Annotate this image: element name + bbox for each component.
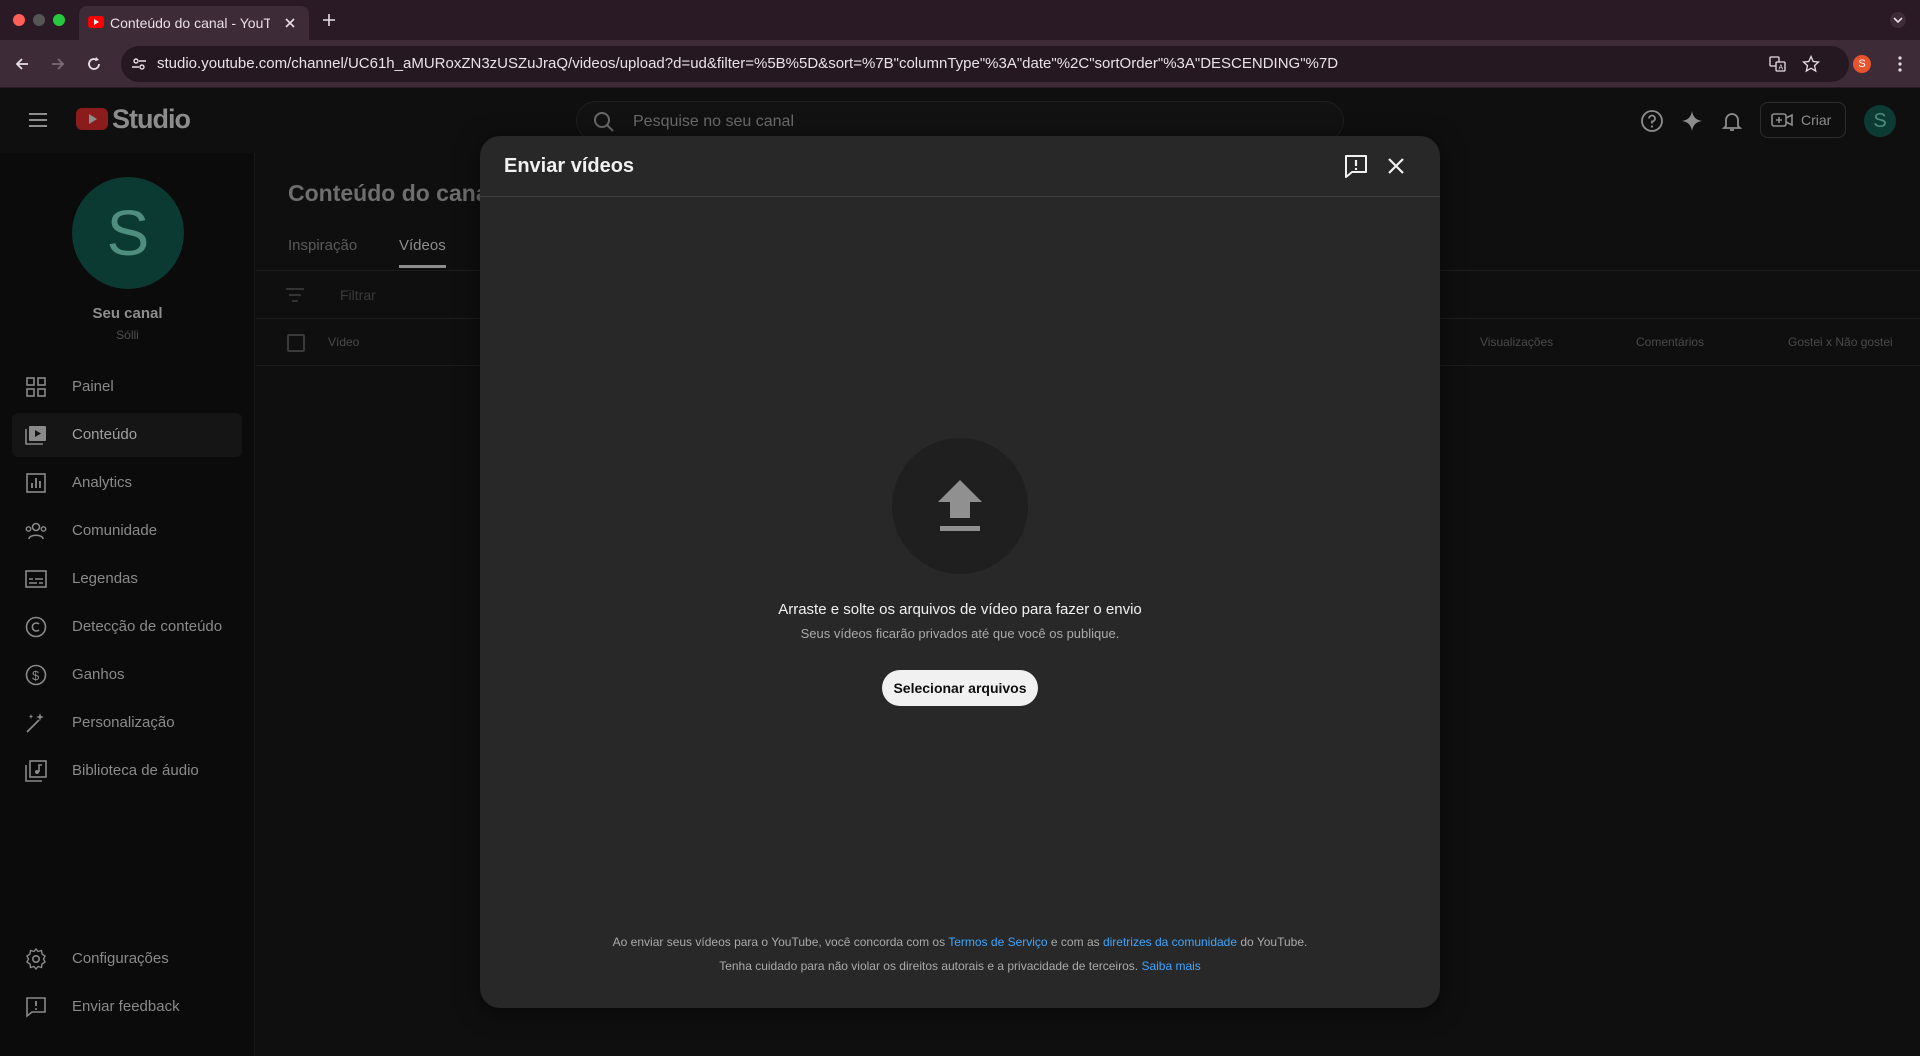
browser-menu-icon[interactable] — [1891, 55, 1909, 73]
learn-more-link[interactable]: Saiba mais — [1141, 959, 1200, 973]
upload-dialog: Enviar vídeos Arraste e solte os arquivo… — [480, 136, 1440, 1008]
close-window-button[interactable] — [13, 14, 25, 26]
browser-tab[interactable]: Conteúdo do canal - YouTube Studio — [79, 6, 309, 40]
terms-text: e com as — [1047, 935, 1103, 949]
dialog-title: Enviar vídeos — [504, 155, 635, 177]
close-icon[interactable] — [1380, 150, 1412, 182]
address-bar-row: studio.youtube.com/channel/UC61h_aMURoxZ… — [0, 40, 1920, 88]
close-tab-icon[interactable] — [282, 15, 298, 31]
copyright-text: Tenha cuidado para não violar os direito… — [719, 959, 1142, 973]
drop-instructions: Arraste e solte os arquivos de vídeo par… — [778, 601, 1142, 618]
youtube-favicon-icon — [88, 16, 104, 28]
translate-icon[interactable]: A — [1769, 55, 1787, 73]
privacy-note: Seus vídeos ficarão privados até que voc… — [800, 626, 1120, 641]
maximize-window-button[interactable] — [53, 14, 65, 26]
upload-drop-zone[interactable] — [892, 438, 1028, 574]
bookmark-star-icon[interactable] — [1802, 55, 1820, 73]
community-guidelines-link[interactable]: diretrizes da comunidade — [1103, 935, 1237, 949]
select-files-button[interactable]: Selecionar arquivos — [882, 670, 1038, 706]
forward-icon[interactable] — [49, 55, 67, 73]
browser-profile-avatar[interactable]: S — [1853, 55, 1871, 73]
terms-notice: Ao enviar seus vídeos para o YouTube, vo… — [480, 935, 1440, 949]
copyright-notice: Tenha cuidado para não violar os direito… — [480, 959, 1440, 973]
browser-tab-bar: Conteúdo do canal - YouTube Studio — [0, 0, 1920, 40]
tab-title: Conteúdo do canal - YouTube Studio — [110, 15, 270, 31]
terms-text: do YouTube. — [1237, 935, 1308, 949]
upload-arrow-icon — [936, 478, 984, 534]
terms-of-service-link[interactable]: Termos de Serviço — [948, 935, 1047, 949]
url-text: studio.youtube.com/channel/UC61h_aMURoxZ… — [157, 55, 1339, 72]
back-icon[interactable] — [13, 55, 31, 73]
svg-text:A: A — [1779, 65, 1784, 72]
reload-icon[interactable] — [85, 55, 103, 73]
new-tab-icon[interactable] — [321, 12, 337, 28]
terms-text: Ao enviar seus vídeos para o YouTube, vo… — [612, 935, 949, 949]
dialog-header: Enviar vídeos — [480, 136, 1440, 197]
send-feedback-icon[interactable] — [1340, 150, 1372, 182]
tab-search-icon[interactable] — [1890, 12, 1906, 28]
minimize-window-button[interactable] — [33, 14, 45, 26]
site-settings-icon[interactable] — [131, 56, 147, 72]
omnibox[interactable]: studio.youtube.com/channel/UC61h_aMURoxZ… — [121, 46, 1849, 82]
